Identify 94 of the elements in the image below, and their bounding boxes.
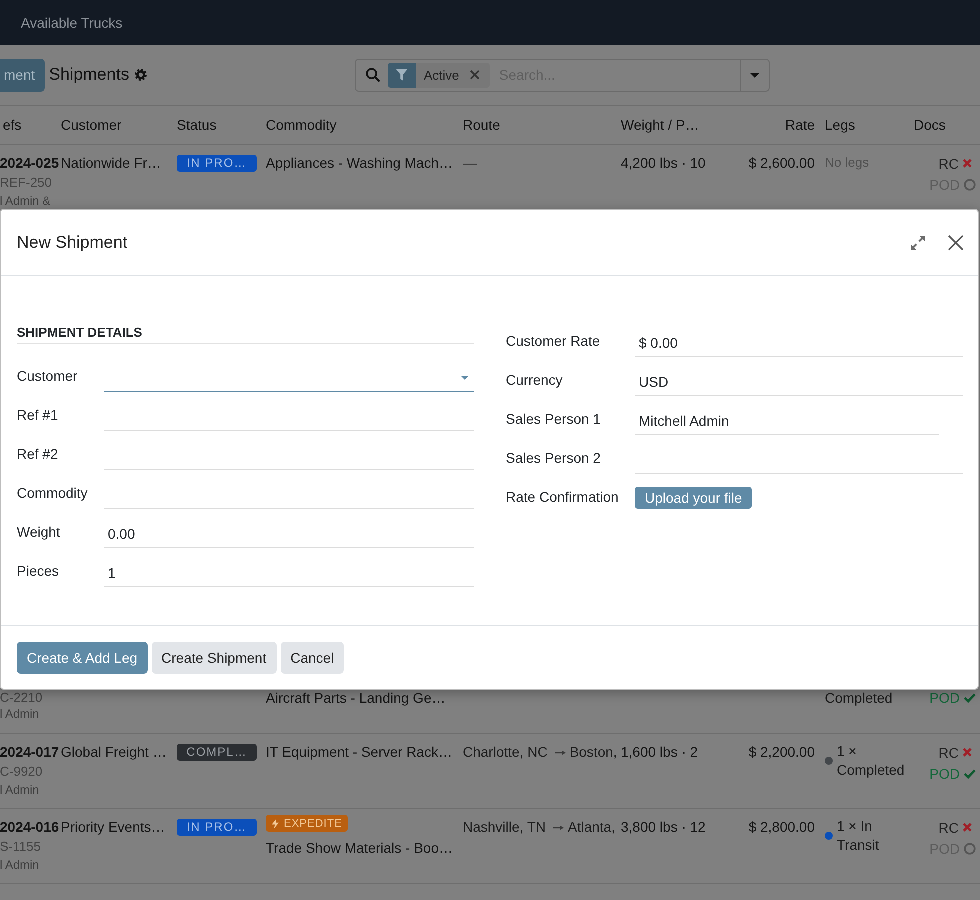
salesperson-text: l Admin: [0, 782, 40, 798]
column-header[interactable]: Status: [177, 117, 223, 133]
field-label: Pieces: [17, 562, 60, 581]
input-field[interactable]: $ 0.00: [635, 322, 963, 357]
tag-label: EXPEDITE: [284, 818, 342, 830]
doc-label: RC: [938, 156, 959, 172]
salesperson-text: l Admin: [0, 857, 40, 873]
cross-icon: [963, 823, 972, 832]
check-icon: [964, 693, 976, 703]
caret-icon: [461, 376, 469, 380]
field-label: Commodity: [17, 484, 89, 503]
column-header[interactable]: efs: [0, 117, 28, 133]
rate-text: $ 2,800.00: [748, 818, 815, 837]
route-origin: Nashville, TN: [463, 819, 546, 835]
caret-icon: [750, 72, 760, 78]
search-icon[interactable]: [366, 68, 380, 82]
input-field[interactable]: Mitchell Admin: [635, 400, 939, 435]
cross-icon: [963, 748, 972, 757]
weight-text: 1,600 lbs · 2: [621, 743, 700, 762]
facet-label: Active: [424, 68, 460, 82]
doc-label: POD: [930, 690, 960, 706]
field-label: Currency: [506, 371, 564, 390]
route-destination: Boston,: [570, 744, 618, 760]
commodity-text: Aircraft Parts - Landing Ge…: [266, 690, 447, 706]
input-field[interactable]: 1: [104, 552, 474, 587]
circle-icon: [964, 842, 976, 854]
upload-button[interactable]: Upload your file: [635, 487, 752, 509]
dialog-button[interactable]: Create & Add Leg: [17, 642, 148, 674]
commodity-text: Trade Show Materials - Boo…: [266, 839, 454, 858]
status-badge: COMPL…: [177, 744, 257, 761]
field-label: Ref #2: [17, 445, 60, 464]
check-icon: [964, 768, 976, 778]
commodity-text: IT Equipment - Server Rack…: [266, 743, 454, 762]
arrow-icon: [553, 825, 564, 831]
status-badge: IN PRO…: [177, 155, 257, 172]
circle-icon: [964, 178, 976, 190]
arrow-icon: [554, 750, 566, 756]
column-header[interactable]: Legs: [825, 117, 862, 133]
doc-label: RC: [938, 744, 959, 760]
legs-text: 1 × Completed: [837, 742, 906, 780]
column-header[interactable]: Commodity: [266, 117, 343, 133]
customer-name: Global Freight …: [61, 743, 168, 762]
column-header[interactable]: Customer: [61, 117, 128, 133]
dialog-button[interactable]: Cancel: [280, 642, 344, 674]
page-title: Shipments: [49, 65, 130, 85]
shipment-number: 2024-016: [0, 818, 60, 837]
status-badge: IN PRO…: [177, 819, 257, 836]
shipment-number: 2024-025: [0, 154, 60, 173]
salesperson-text: l Admin: [0, 706, 40, 722]
field-label: Customer Rate: [506, 332, 602, 351]
cross-icon: [963, 159, 972, 168]
legs-text: Completed: [825, 690, 893, 706]
close-icon[interactable]: [948, 234, 964, 250]
action-button[interactable]: ment: [0, 58, 46, 92]
rate-text: $ 2,600.00: [748, 154, 815, 173]
weight-text: 3,800 lbs · 12: [621, 818, 707, 837]
dialog-title: New Shipment: [17, 232, 129, 252]
doc-label: RC: [938, 820, 959, 836]
column-header[interactable]: Docs: [914, 117, 952, 133]
rate-text: $ 2,200.00: [748, 743, 815, 762]
column-header[interactable]: Weight / P…: [621, 117, 706, 133]
weight-text: 4,200 lbs · 10: [621, 154, 707, 173]
gear-icon[interactable]: [135, 69, 148, 81]
salesperson-text: l Admin &: [0, 193, 52, 209]
input-field[interactable]: 0.00: [104, 513, 474, 548]
input-field[interactable]: USD: [635, 361, 963, 396]
field-label: Sales Person 1: [506, 410, 602, 429]
dialog-button[interactable]: Create Shipment: [152, 642, 277, 674]
route-text: —: [463, 154, 478, 173]
route-origin: Charlotte, NC: [463, 744, 548, 760]
expand-icon[interactable]: [910, 234, 926, 250]
nav-menu-item[interactable]: Available Trucks: [21, 14, 123, 30]
legs-text: 1 × In Transit: [837, 817, 880, 855]
filter-icon: [388, 62, 416, 88]
field-label: Rate Confirmation: [506, 488, 620, 507]
shipment-number: 2024-017: [0, 743, 60, 762]
doc-label: POD: [930, 766, 960, 782]
bolt-icon: [272, 818, 279, 828]
customer-name: Nationwide Fr…: [61, 154, 162, 173]
customer-name: Priority Events…: [61, 818, 166, 837]
commodity-text: Appliances - Washing Mach…: [266, 154, 454, 173]
reference-text: REF-250: [0, 174, 54, 192]
reference-text: C-9920: [0, 763, 44, 781]
column-header[interactable]: Rate: [785, 117, 825, 133]
section-title: SHIPMENT DETAILS: [17, 322, 474, 344]
reference-text: C-2210: [0, 690, 44, 706]
field-label: Ref #1: [17, 406, 60, 425]
close-icon[interactable]: [470, 70, 480, 80]
field-label: Weight: [17, 523, 62, 542]
reference-text: S-1155: [0, 838, 42, 856]
field-label: Sales Person 2: [506, 449, 602, 468]
route-destination: Atlanta,: [568, 819, 616, 835]
field-label: Customer: [17, 367, 79, 386]
column-header[interactable]: Route: [463, 117, 506, 133]
